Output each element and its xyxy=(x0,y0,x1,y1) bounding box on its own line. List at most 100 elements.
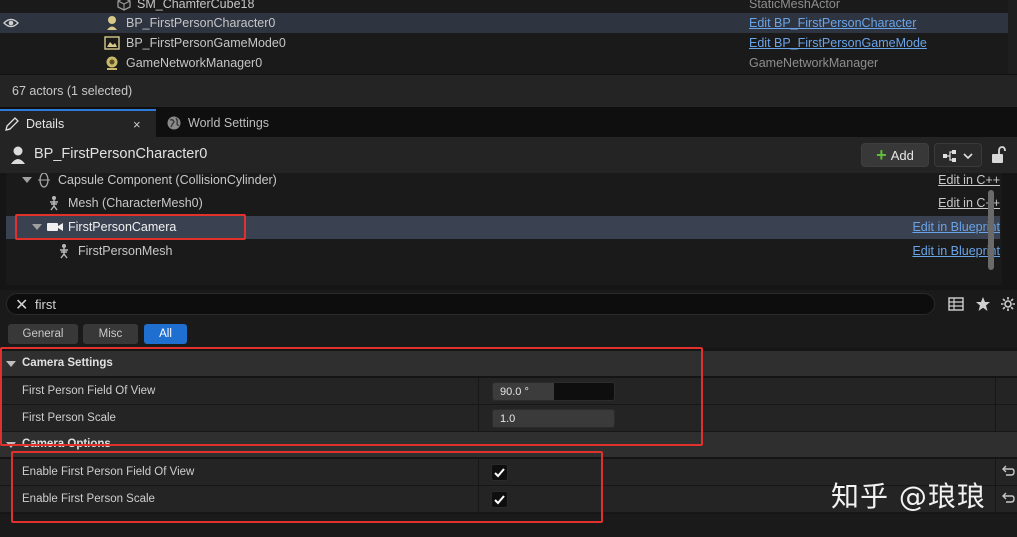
outliner-row-name: SM_ChamferCube18 xyxy=(137,0,255,11)
component-row[interactable]: FirstPersonMesh Edit in Blueprint xyxy=(6,240,1000,263)
eye-icon[interactable] xyxy=(3,16,19,30)
unlock-icon[interactable] xyxy=(990,146,1006,164)
checkmark-icon xyxy=(494,495,505,505)
actors-status-bar: 67 actors (1 selected) xyxy=(0,74,1017,107)
tab-bar: Details × World Settings xyxy=(0,107,1017,137)
capsule-icon xyxy=(36,173,52,188)
column-divider[interactable] xyxy=(478,378,479,405)
reset-to-default-icon[interactable] xyxy=(1001,492,1015,506)
outliner-row-type: GameNetworkManager xyxy=(749,56,879,70)
tab-world-settings-label: World Settings xyxy=(188,116,270,130)
edit-in-blueprint-link[interactable]: Edit in Blueprint xyxy=(912,220,1000,234)
tab-details-label: Details xyxy=(26,117,65,131)
property-row: First Person Field Of View 90.0 ° xyxy=(0,378,1017,405)
column-divider xyxy=(995,405,996,432)
character-icon xyxy=(104,15,120,31)
game-mode-icon xyxy=(104,35,120,51)
component-row[interactable]: Capsule Component (CollisionCylinder) Ed… xyxy=(6,173,1000,192)
column-divider[interactable] xyxy=(478,459,479,486)
property-row: First Person Scale 1.0 xyxy=(0,405,1017,432)
outliner-row-edit-link[interactable]: Edit BP_FirstPersonGameMode xyxy=(749,36,927,50)
outliner-row-edit-link[interactable]: Edit BP_FirstPersonCharacter xyxy=(749,16,916,30)
checkmark-icon xyxy=(494,468,505,478)
component-row-selected[interactable]: FirstPersonCamera Edit in Blueprint xyxy=(6,216,1000,239)
expand-arrow-icon[interactable] xyxy=(22,177,32,183)
column-divider xyxy=(995,459,996,486)
details-search-input[interactable]: ✕ first xyxy=(6,293,935,315)
section-title: Camera Options xyxy=(22,438,111,450)
close-icon[interactable]: × xyxy=(133,117,141,132)
column-divider xyxy=(995,486,996,513)
fov-number-field[interactable]: 90.0 ° xyxy=(492,382,615,401)
component-name: Capsule Component (CollisionCylinder) xyxy=(58,173,277,187)
blueprint-hierarchy-icon xyxy=(943,150,973,162)
outliner-row-type: StaticMeshActor xyxy=(749,0,841,11)
column-divider[interactable] xyxy=(478,405,479,432)
static-mesh-icon xyxy=(116,0,132,12)
filter-general[interactable]: General xyxy=(8,324,78,344)
collapse-arrow-icon[interactable] xyxy=(6,442,16,448)
outliner-row[interactable]: GameNetworkManager0 GameNetworkManager xyxy=(0,53,1008,73)
clear-search-icon[interactable]: ✕ xyxy=(15,295,28,315)
component-name: FirstPersonMesh xyxy=(78,244,173,258)
actor-name: BP_FirstPersonCharacter0 xyxy=(34,146,208,162)
tab-details[interactable]: Details × xyxy=(0,109,156,137)
component-tree: Capsule Component (CollisionCylinder) Ed… xyxy=(6,173,1002,285)
number-value: 90.0 ° xyxy=(500,386,529,398)
edit-in-cpp-link[interactable]: Edit in C++ xyxy=(938,173,1000,187)
actor-header: BP_FirstPersonCharacter0 + Add xyxy=(0,137,1017,173)
number-value: 1.0 xyxy=(500,413,516,425)
outliner-row[interactable]: BP_FirstPersonCharacter0 Edit BP_FirstPe… xyxy=(0,13,1008,33)
outliner-scrollbar[interactable] xyxy=(1008,0,1017,74)
enable-fov-checkbox[interactable] xyxy=(491,464,508,481)
section-camera-settings[interactable]: Camera Settings xyxy=(0,351,1017,377)
filter-row: General Misc All xyxy=(0,322,1017,348)
skeletal-mesh-icon xyxy=(56,243,72,259)
property-label: Enable First Person Scale xyxy=(22,493,155,505)
component-tree-scrollbar[interactable] xyxy=(988,190,994,270)
outliner-row-name: BP_FirstPersonCharacter0 xyxy=(126,16,276,30)
filter-all[interactable]: All xyxy=(144,324,187,344)
property-label: Enable First Person Field Of View xyxy=(22,466,195,478)
camera-icon xyxy=(46,219,63,235)
scale-number-field[interactable]: 1.0 xyxy=(492,409,615,428)
outliner-panel: SM_ChamferCube18 StaticMeshActor BP_Firs… xyxy=(0,0,1017,74)
network-manager-icon xyxy=(104,55,120,71)
add-button-label: Add xyxy=(890,147,914,163)
actor-count: 67 actors (1 selected) xyxy=(12,84,133,98)
outliner-row[interactable]: SM_ChamferCube18 StaticMeshActor xyxy=(0,0,1008,14)
property-label: First Person Scale xyxy=(22,412,116,424)
skeletal-mesh-icon xyxy=(46,195,62,211)
property-label: First Person Field Of View xyxy=(22,385,156,397)
plus-icon: + xyxy=(876,145,887,165)
globe-icon xyxy=(166,115,182,131)
add-component-button[interactable]: + Add xyxy=(861,143,929,167)
pencil-icon xyxy=(4,116,20,132)
column-divider[interactable] xyxy=(478,486,479,513)
character-icon xyxy=(9,145,27,165)
component-row[interactable]: Mesh (CharacterMesh0) Edit in C++ xyxy=(6,192,1000,215)
section-camera-options[interactable]: Camera Options xyxy=(0,432,1017,458)
search-value: first xyxy=(35,297,56,312)
edit-in-blueprint-link[interactable]: Edit in Blueprint xyxy=(912,244,1000,258)
collapse-arrow-icon[interactable] xyxy=(6,361,16,367)
outliner-row[interactable]: BP_FirstPersonGameMode0 Edit BP_FirstPer… xyxy=(0,33,1008,53)
outliner-row-name: GameNetworkManager0 xyxy=(126,56,263,70)
reset-to-default-icon[interactable] xyxy=(1001,465,1015,479)
expand-arrow-icon[interactable] xyxy=(32,224,42,230)
blueprint-options-button[interactable] xyxy=(934,143,982,167)
outliner-row-name: BP_FirstPersonGameMode0 xyxy=(126,36,286,50)
details-bottom-area xyxy=(0,514,1017,537)
watermark-text: 知乎 @琅琅 xyxy=(831,480,986,513)
settings-gear-icon[interactable] xyxy=(1000,296,1016,312)
section-title: Camera Settings xyxy=(22,357,113,369)
tab-world-settings[interactable]: World Settings xyxy=(160,109,290,137)
component-name: FirstPersonCamera xyxy=(68,220,177,234)
filter-misc[interactable]: Misc xyxy=(83,324,138,344)
column-divider xyxy=(995,378,996,405)
component-name: Mesh (CharacterMesh0) xyxy=(68,196,203,210)
enable-scale-checkbox[interactable] xyxy=(491,491,508,508)
details-search-row: ✕ first xyxy=(0,290,1017,322)
grid-view-icon[interactable] xyxy=(948,296,964,312)
star-icon[interactable] xyxy=(975,296,991,312)
